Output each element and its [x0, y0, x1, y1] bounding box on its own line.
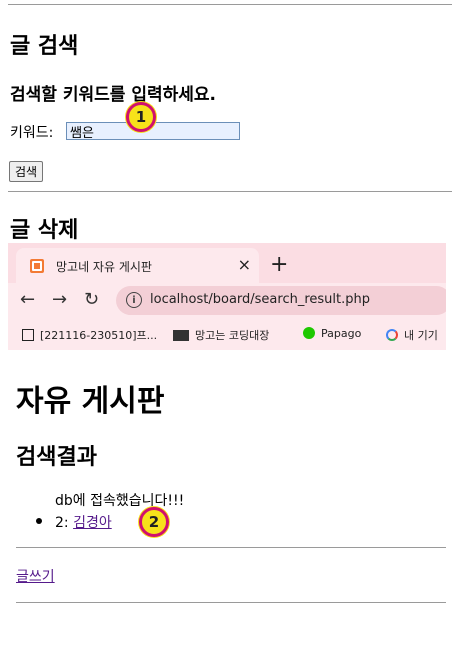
- favicon-icon: [30, 259, 44, 273]
- bookmark-item[interactable]: 망고는 코딩대장: [173, 327, 269, 343]
- keyword-label: 키워드:: [10, 125, 54, 141]
- bookmark-item[interactable]: 내 기기: [386, 327, 438, 343]
- tab-title: 망고네 자유 게시판: [56, 260, 152, 274]
- forward-icon[interactable]: →: [52, 289, 67, 310]
- middle-divider: [8, 191, 452, 192]
- bookmark-item[interactable]: [221116-230510]프...: [22, 327, 157, 343]
- write-post-link[interactable]: 글쓰기: [16, 566, 55, 586]
- db-message: db에 접속했습니다!!!: [55, 493, 185, 509]
- address-bar[interactable]: i localhost/board/search_result.php: [116, 286, 446, 315]
- top-divider: [8, 4, 452, 5]
- search-prompt: 검색할 키워드를 입력하세요.: [10, 85, 216, 105]
- url-text: localhost/board/search_result.php: [150, 292, 370, 307]
- browser-window: 망고네 자유 게시판 × + ← → ↻ i localhost/board/s…: [8, 243, 446, 350]
- annotation-badge-1: 1: [126, 102, 156, 132]
- result-divider-bottom: [16, 602, 446, 603]
- search-button[interactable]: 검색: [9, 161, 44, 182]
- close-icon[interactable]: ×: [238, 255, 251, 274]
- bookmarks-bar: [221116-230510]프... 망고는 코딩대장 Papago 내 기기: [8, 319, 446, 350]
- papago-icon: [303, 327, 315, 339]
- list-item: 2: 김경아: [36, 512, 112, 532]
- back-icon[interactable]: ←: [20, 289, 35, 310]
- new-tab-icon[interactable]: +: [270, 252, 288, 277]
- results-heading: 검색결과: [16, 445, 97, 470]
- page-title: 자유 게시판: [16, 384, 165, 419]
- google-icon: [386, 329, 398, 341]
- bullet-icon: [36, 518, 42, 524]
- result-divider-top: [16, 547, 446, 548]
- browser-toolbar: ← → ↻ i localhost/board/search_result.ph…: [8, 283, 446, 319]
- bookmark-item[interactable]: Papago: [303, 327, 361, 340]
- info-icon[interactable]: i: [126, 292, 142, 308]
- delete-section-title: 글 삭제: [10, 218, 79, 243]
- result-link[interactable]: 김경아: [73, 515, 112, 531]
- annotation-badge-2: 2: [139, 507, 169, 537]
- search-section-title: 글 검색: [10, 34, 79, 59]
- result-number: 2:: [55, 515, 69, 531]
- reload-icon[interactable]: ↻: [84, 289, 99, 310]
- browser-tab[interactable]: 망고네 자유 게시판 ×: [16, 248, 259, 284]
- monitor-icon: [173, 330, 189, 341]
- notion-icon: [22, 329, 34, 341]
